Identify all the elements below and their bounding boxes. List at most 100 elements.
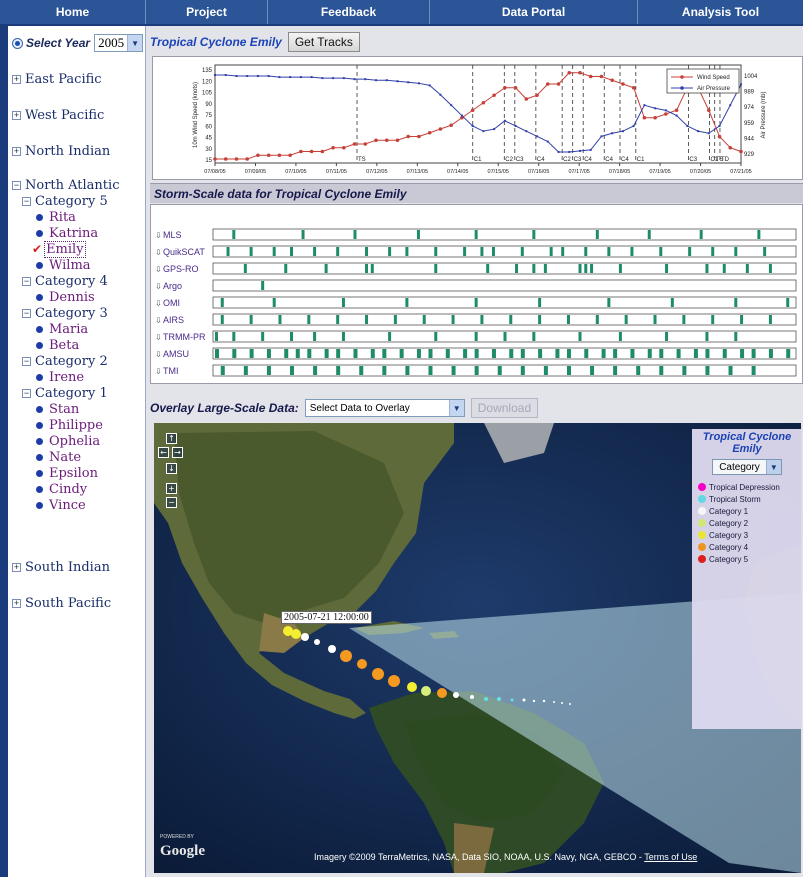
observation-bar[interactable]: [618, 264, 622, 273]
storm-item-beta[interactable]: Beta: [36, 338, 79, 353]
observation-bar[interactable]: [284, 349, 289, 358]
expand-icon[interactable]: +: [12, 599, 21, 608]
observation-bar[interactable]: [272, 247, 276, 256]
overlay-select[interactable]: Select Data to Overlay ▼: [304, 399, 465, 417]
observation-bar[interactable]: [711, 315, 715, 324]
observation-bar[interactable]: [463, 247, 467, 256]
observation-bar[interactable]: [261, 332, 265, 341]
region-west-pacific[interactable]: + West Pacific: [12, 108, 104, 123]
region-north-atlantic[interactable]: − North Atlantic: [12, 178, 119, 193]
observation-bar[interactable]: [578, 264, 582, 273]
region-north-indian[interactable]: + North Indian: [12, 144, 110, 159]
observation-bar[interactable]: [428, 366, 433, 375]
observation-bar[interactable]: [705, 332, 709, 341]
pan-up-icon[interactable]: ↑: [166, 433, 177, 444]
observation-bar[interactable]: [647, 349, 652, 358]
category-5[interactable]: − Category 5: [22, 194, 108, 209]
observation-bar[interactable]: [532, 264, 536, 273]
observation-bar[interactable]: [509, 349, 514, 358]
observation-bar[interactable]: [520, 247, 524, 256]
observation-bar[interactable]: [405, 366, 410, 375]
observation-bar[interactable]: [676, 349, 681, 358]
observation-bar[interactable]: [665, 264, 669, 273]
observation-bar[interactable]: [365, 264, 369, 273]
download-icon[interactable]: ⇩: [155, 333, 162, 342]
get-tracks-button[interactable]: Get Tracks: [287, 32, 360, 52]
download-icon[interactable]: ⇩: [155, 299, 162, 308]
storm-item-maria[interactable]: Maria: [36, 322, 88, 337]
observation-bar[interactable]: [434, 332, 438, 341]
observation-bar[interactable]: [566, 349, 571, 358]
observation-bar[interactable]: [272, 298, 276, 307]
collapse-icon[interactable]: −: [22, 357, 31, 366]
collapse-icon[interactable]: −: [22, 197, 31, 206]
instrument-link[interactable]: AMSU: [163, 349, 189, 359]
observation-bar[interactable]: [590, 264, 594, 273]
observation-bar[interactable]: [307, 315, 311, 324]
observation-bar[interactable]: [768, 349, 773, 358]
observation-bar[interactable]: [359, 366, 364, 375]
download-icon[interactable]: ⇩: [155, 350, 162, 359]
zoom-in-icon[interactable]: +: [166, 483, 177, 494]
observation-bar[interactable]: [520, 349, 525, 358]
download-icon[interactable]: ⇩: [155, 248, 162, 257]
observation-bar[interactable]: [474, 332, 478, 341]
observation-bar[interactable]: [365, 315, 369, 324]
observation-bar[interactable]: [290, 247, 294, 256]
instrument-link[interactable]: Argo: [163, 281, 182, 291]
observation-bar[interactable]: [249, 315, 253, 324]
observation-bar[interactable]: [353, 230, 357, 239]
observation-bar[interactable]: [584, 264, 588, 273]
expand-icon[interactable]: +: [12, 563, 21, 572]
observation-bar[interactable]: [232, 332, 236, 341]
observation-bar[interactable]: [249, 349, 254, 358]
observation-bar[interactable]: [549, 247, 553, 256]
observation-bar[interactable]: [705, 264, 709, 273]
observation-bar[interactable]: [382, 349, 387, 358]
terms-link[interactable]: Terms of Use: [644, 852, 697, 862]
observation-bar[interactable]: [324, 349, 329, 358]
observation-bar[interactable]: [463, 349, 468, 358]
instrument-link[interactable]: MLS: [163, 230, 182, 240]
observation-bar[interactable]: [405, 247, 409, 256]
observation-bar[interactable]: [653, 315, 657, 324]
observation-bar[interactable]: [607, 247, 611, 256]
observation-bar[interactable]: [543, 264, 547, 273]
download-icon[interactable]: ⇩: [155, 316, 162, 325]
observation-bar[interactable]: [480, 247, 484, 256]
observation-bar[interactable]: [751, 349, 756, 358]
observation-bar[interactable]: [313, 366, 318, 375]
observation-bar[interactable]: [220, 315, 224, 324]
observation-bar[interactable]: [693, 349, 698, 358]
observation-bar[interactable]: [370, 264, 374, 273]
observation-bar[interactable]: [590, 366, 595, 375]
instrument-link[interactable]: AIRS: [163, 315, 184, 325]
observation-bar[interactable]: [307, 349, 312, 358]
region-south-pacific[interactable]: + South Pacific: [12, 596, 111, 611]
observation-bar[interactable]: [613, 349, 618, 358]
observation-bar[interactable]: [295, 349, 300, 358]
observation-bar[interactable]: [682, 366, 687, 375]
observation-bar[interactable]: [705, 366, 710, 375]
observation-bar[interactable]: [538, 349, 543, 358]
nav-analysis-tool[interactable]: Analysis Tool: [638, 0, 803, 24]
instrument-link[interactable]: TRMM-PR: [163, 332, 206, 342]
storm-item-wilma[interactable]: Wilma: [36, 258, 91, 273]
observation-bar[interactable]: [336, 349, 341, 358]
storm-item-nate[interactable]: Nate: [36, 450, 81, 465]
observation-bar[interactable]: [474, 366, 479, 375]
observation-bar[interactable]: [636, 366, 641, 375]
observation-bar[interactable]: [474, 298, 478, 307]
observation-bar[interactable]: [659, 366, 664, 375]
observation-bar[interactable]: [624, 315, 628, 324]
category-1[interactable]: − Category 1: [22, 386, 108, 401]
observation-bar[interactable]: [388, 332, 392, 341]
observation-bar[interactable]: [266, 349, 271, 358]
observation-bar[interactable]: [768, 315, 772, 324]
observation-bar[interactable]: [515, 264, 519, 273]
observation-bar[interactable]: [324, 264, 328, 273]
observation-bar[interactable]: [659, 247, 663, 256]
observation-bar[interactable]: [416, 349, 421, 358]
observation-bar[interactable]: [595, 315, 599, 324]
instrument-link[interactable]: GPS-RO: [163, 264, 199, 274]
